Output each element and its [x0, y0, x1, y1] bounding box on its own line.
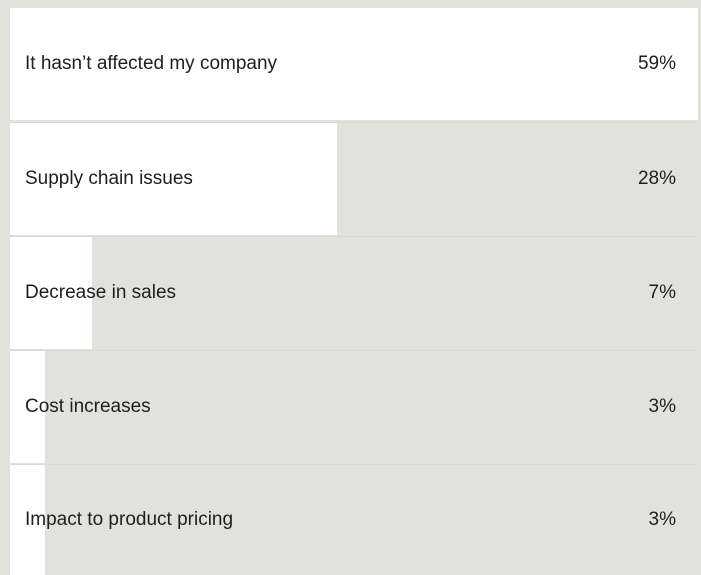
bar-value-label: 28%	[637, 168, 676, 189]
bar-value-label: 7%	[648, 282, 676, 303]
bar-value-label: 59%	[637, 53, 676, 74]
horizontal-bar-chart: It hasn’t affected my company 59% Supply c…	[10, 8, 698, 575]
bar-category-label: It hasn’t affected my company	[25, 53, 278, 74]
bar-row: Cost increases 3%	[10, 350, 698, 463]
bar-row: Supply chain issues 28%	[10, 122, 698, 235]
bar-category-label: Cost increases	[25, 396, 151, 417]
bar-row: Decrease in sales 7%	[10, 236, 698, 349]
bar-category-label: Impact to product pricing	[25, 509, 234, 530]
bar-category-label: Decrease in sales	[25, 282, 177, 303]
bar-category-label: Supply chain issues	[25, 168, 193, 189]
bar-value-label: 3%	[648, 509, 676, 530]
bar-row: It hasn’t affected my company 59%	[10, 8, 698, 120]
bar-value-label: 3%	[648, 396, 676, 417]
bar-row: Impact to product pricing 3%	[10, 464, 698, 575]
